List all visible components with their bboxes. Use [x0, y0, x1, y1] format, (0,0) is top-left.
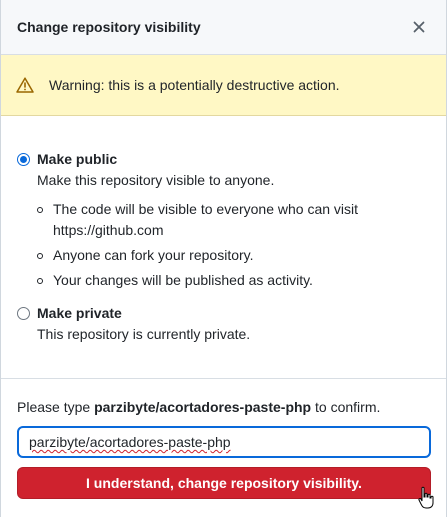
option-public-description: Make this repository visible to anyone. [37, 172, 275, 188]
list-item: The code will be visible to everyone who… [37, 199, 430, 241]
close-icon[interactable] [411, 19, 427, 35]
confirm-change-visibility-button[interactable]: I understand, change repository visibili… [17, 467, 431, 499]
confirm-section: Please type parzibyte/acortadores-paste-… [1, 378, 446, 499]
option-private-description: This repository is currently private. [37, 326, 251, 342]
option-make-private[interactable]: Make private This repository is currentl… [17, 304, 430, 344]
radio-make-public[interactable] [17, 153, 30, 166]
option-make-public[interactable]: Make public Make this repository visible… [17, 150, 430, 295]
confirm-input[interactable]: parzibyte/acortadores-paste-php [17, 426, 431, 458]
confirm-input-value: parzibyte/acortadores-paste-php [29, 434, 231, 450]
change-visibility-dialog: Change repository visibility Warning: th… [0, 0, 447, 517]
list-item: Anyone can fork your repository. [37, 245, 430, 266]
repo-name: parzibyte/acortadores-paste-php [94, 399, 312, 415]
option-private-label: Make private [37, 305, 122, 321]
warning-text: Warning: this is a potentially destructi… [49, 77, 340, 93]
pointer-cursor-icon [417, 486, 435, 510]
option-public-label: Make public [37, 151, 118, 167]
confirm-instructions: Please type parzibyte/acortadores-paste-… [17, 399, 381, 415]
dialog-header: Change repository visibility [1, 0, 446, 55]
alert-triangle-icon [16, 76, 34, 94]
dialog-title: Change repository visibility [17, 19, 201, 35]
radio-make-private[interactable] [17, 307, 30, 320]
list-item: Your changes will be published as activi… [37, 270, 430, 291]
warning-banner: Warning: this is a potentially destructi… [1, 55, 446, 116]
public-consequences-list: The code will be visible to everyone who… [37, 199, 430, 291]
visibility-options: Make public Make this repository visible… [1, 116, 446, 344]
